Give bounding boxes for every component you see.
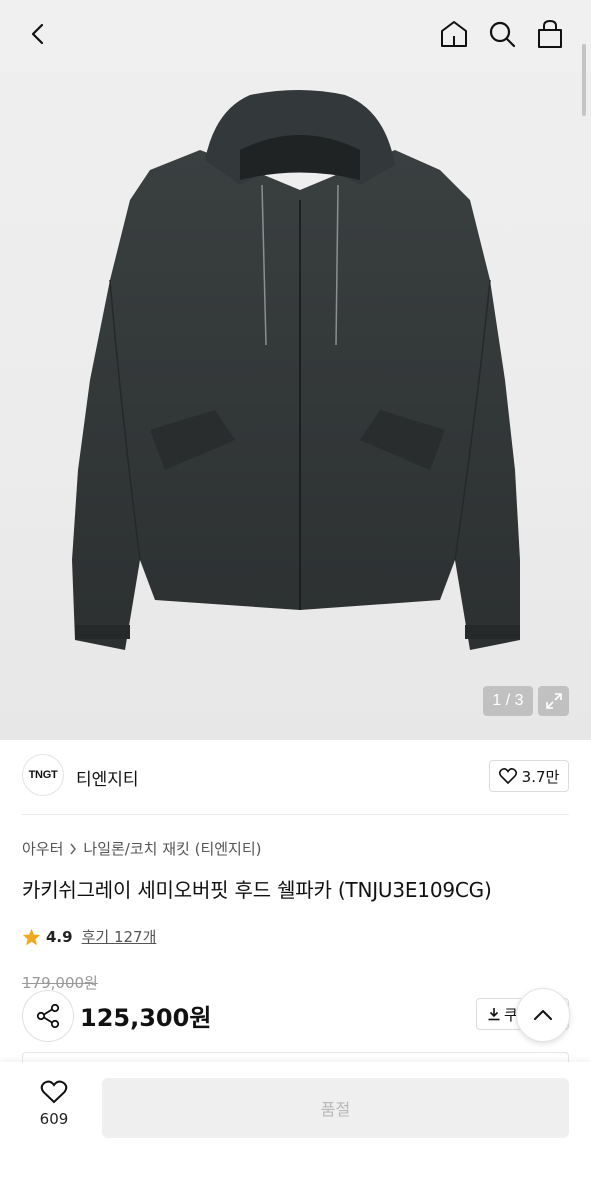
home-button[interactable] bbox=[434, 14, 474, 54]
back-button[interactable] bbox=[18, 14, 58, 54]
breadcrumb-child[interactable]: 나일론/코치 재킷 (티엔지티) bbox=[83, 838, 261, 859]
shopping-bag-icon bbox=[538, 20, 562, 48]
share-icon bbox=[36, 1003, 60, 1029]
home-icon bbox=[441, 21, 467, 47]
bottom-action-bar: 609 품절 bbox=[0, 1062, 591, 1200]
download-icon bbox=[488, 1008, 500, 1021]
product-title: 카키쉬그레이 세미오버핏 후드 쉘파카 (TNJU3E109CG) bbox=[22, 878, 492, 902]
cart-button[interactable] bbox=[530, 14, 570, 54]
product-image bbox=[72, 90, 520, 650]
chevron-left-icon bbox=[31, 23, 44, 45]
heart-icon bbox=[40, 1080, 68, 1104]
scrollbar[interactable] bbox=[582, 44, 586, 116]
chevron-up-icon bbox=[534, 1010, 552, 1020]
star-icon bbox=[22, 928, 41, 945]
brand-like-button[interactable]: 3.7만 bbox=[489, 760, 569, 792]
wishlist-count: 609 bbox=[39, 1110, 69, 1128]
heart-icon bbox=[498, 768, 517, 784]
wishlist-button[interactable]: 609 bbox=[24, 1080, 84, 1128]
rating-row: 4.9 후기 127개 bbox=[22, 926, 156, 947]
brand-name[interactable]: 티엔지티 bbox=[76, 765, 139, 790]
rating-value: 4.9 bbox=[46, 927, 73, 946]
share-button[interactable] bbox=[22, 990, 74, 1042]
search-button[interactable] bbox=[482, 14, 522, 54]
expand-image-button[interactable] bbox=[538, 686, 569, 716]
divider bbox=[22, 814, 569, 815]
sale-price: 125,300원 bbox=[80, 1004, 212, 1032]
search-icon bbox=[489, 21, 516, 48]
scroll-to-top-button[interactable] bbox=[516, 988, 570, 1042]
product-image-gallery[interactable]: 1 / 3 bbox=[0, 0, 591, 740]
chevron-right-icon bbox=[70, 843, 77, 854]
original-price: 179,000원 bbox=[22, 974, 98, 992]
brand-row[interactable]: TNGT 티엔지티 3.7만 bbox=[0, 740, 591, 814]
brand-like-count: 3.7만 bbox=[521, 767, 560, 786]
breadcrumb-parent[interactable]: 아우터 bbox=[22, 838, 63, 859]
brand-logo[interactable]: TNGT bbox=[22, 754, 64, 796]
top-navigation-bar bbox=[0, 0, 591, 72]
sold-out-button[interactable]: 품절 bbox=[102, 1078, 569, 1138]
review-link[interactable]: 후기 127개 bbox=[82, 926, 157, 947]
expand-icon bbox=[545, 693, 562, 709]
breadcrumb: 아우터 나일론/코치 재킷 (티엔지티) bbox=[22, 838, 262, 859]
image-counter: 1 / 3 bbox=[483, 686, 533, 716]
